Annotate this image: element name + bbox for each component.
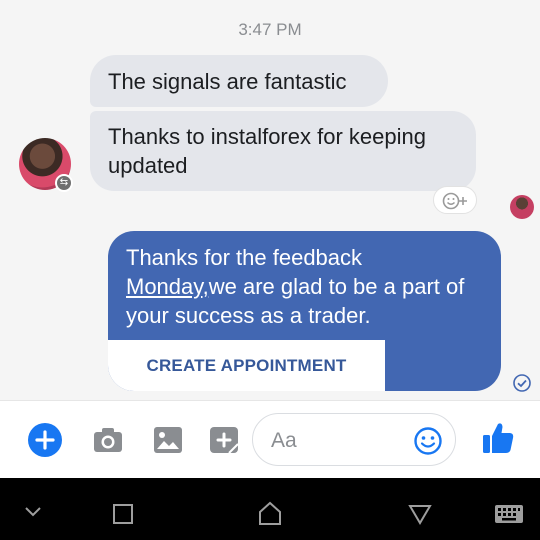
outgoing-message[interactable]: Thanks for the feedback Monday,we are gl… [108, 231, 501, 391]
incoming-message-1[interactable]: The signals are fantastic [90, 55, 388, 107]
messenger-badge-icon: ⇆ [55, 174, 73, 192]
emoji-icon[interactable] [413, 426, 443, 456]
read-receipt-avatar [510, 195, 534, 219]
image-icon[interactable] [151, 423, 185, 457]
delivered-check-icon [513, 374, 531, 392]
mention-link[interactable]: Monday, [126, 274, 209, 299]
outgoing-message-text: Thanks for the feedback Monday,we are gl… [126, 243, 486, 330]
camera-icon[interactable] [91, 423, 125, 457]
add-reaction-icon [442, 192, 467, 210]
chevron-down-icon[interactable] [24, 506, 42, 518]
composer-bar: Aa [0, 400, 540, 478]
add-reaction-button[interactable] [433, 186, 477, 214]
thumbs-up-icon[interactable] [480, 419, 516, 457]
conversation-area: 3:47 PM The signals are fantastic Thanks… [0, 0, 540, 400]
plus-icon[interactable] [28, 423, 62, 457]
incoming-message-2[interactable]: Thanks to instalforex for keeping update… [90, 111, 476, 191]
sticker-icon[interactable] [207, 423, 241, 457]
message-timestamp: 3:47 PM [238, 20, 302, 39]
message-input[interactable]: Aa [252, 413, 456, 466]
create-appointment-button[interactable]: CREATE APPOINTMENT [108, 340, 385, 391]
android-nav-bar [0, 478, 540, 540]
keyboard-icon[interactable] [494, 504, 524, 524]
recents-icon[interactable] [112, 503, 134, 525]
home-icon[interactable] [257, 501, 283, 526]
outgoing-line-1: Thanks for the feedback [126, 245, 363, 270]
message-placeholder: Aa [271, 429, 297, 452]
back-icon[interactable] [408, 503, 432, 525]
